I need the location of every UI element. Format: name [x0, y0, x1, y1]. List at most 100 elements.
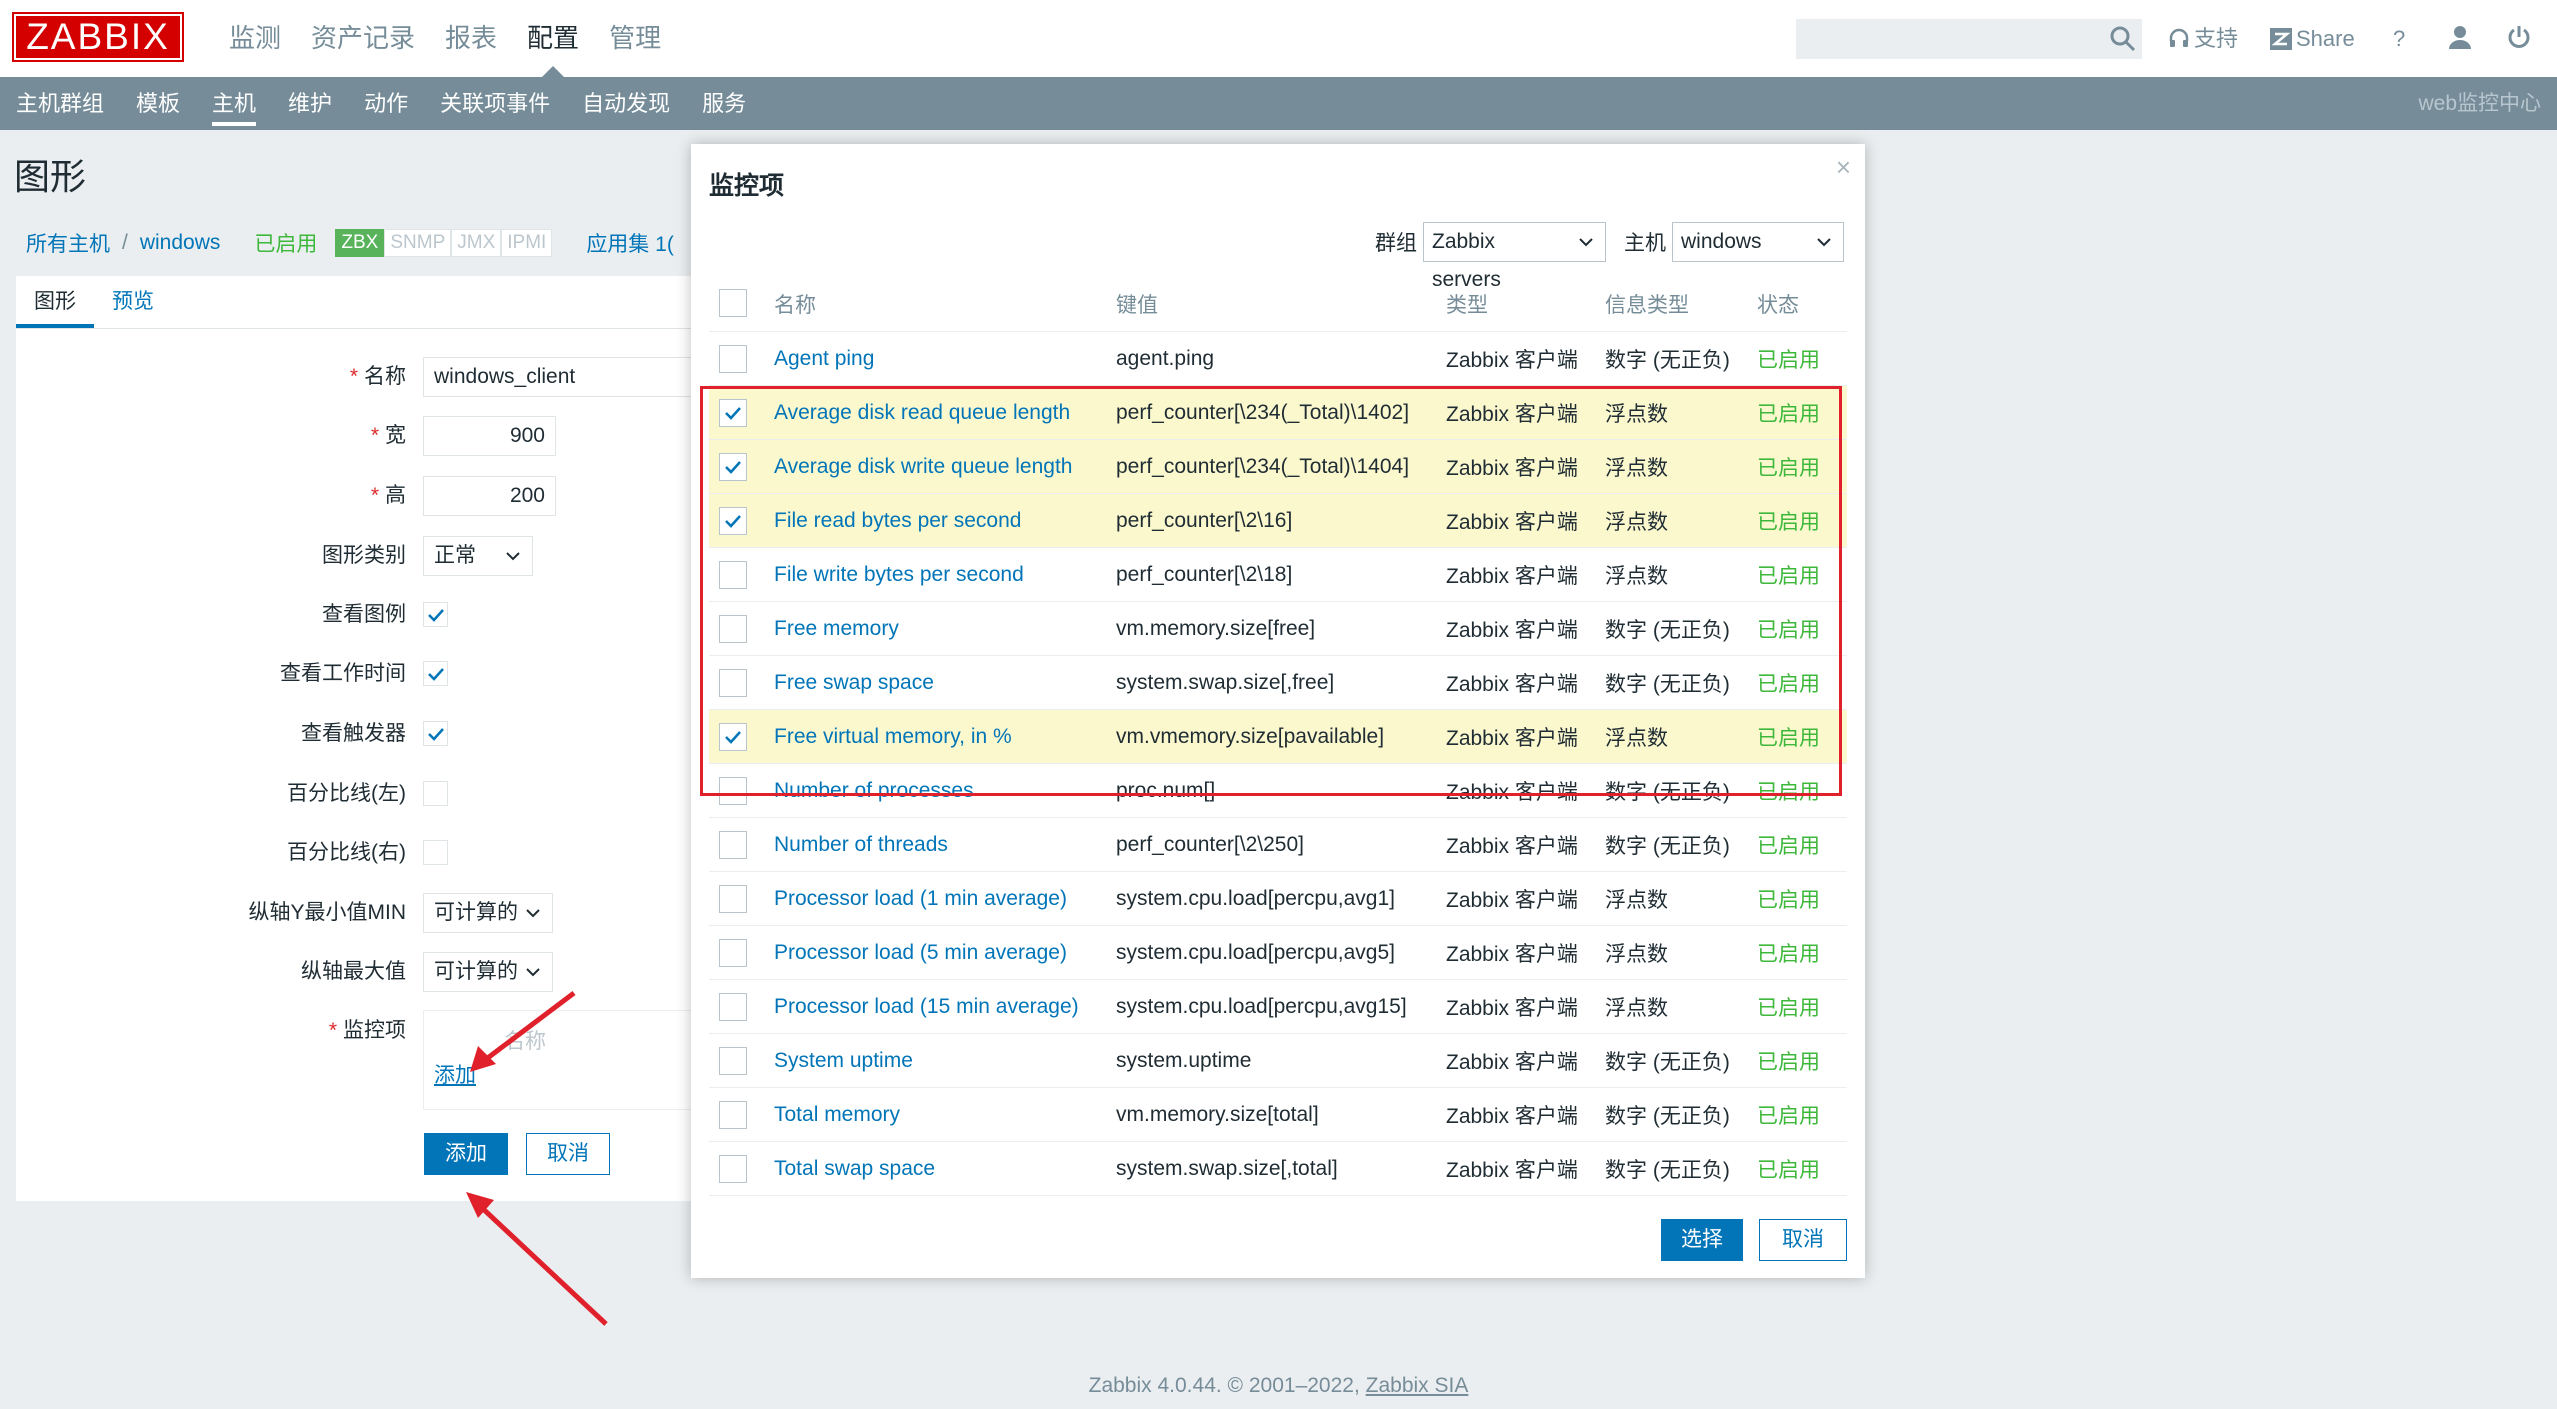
tab-graph[interactable]: 图形 [16, 276, 94, 328]
help-icon[interactable]: ? [2393, 24, 2405, 54]
table-row[interactable]: Average disk read queue length perf_count… [709, 386, 1847, 440]
show-worktime-checkbox[interactable] [423, 661, 448, 686]
height-field[interactable]: 200 [423, 476, 556, 516]
row-checkbox[interactable] [719, 777, 747, 805]
name-field[interactable]: windows_client [423, 357, 713, 397]
table-row[interactable]: Processor load (15 min average) system.cp… [709, 980, 1847, 1034]
menu-administration[interactable]: 管理 [594, 0, 676, 77]
item-name-link[interactable]: Total swap space [774, 1157, 1116, 1181]
item-name-link[interactable]: Average disk read queue length [774, 401, 1116, 425]
table-row[interactable]: Average disk write queue length perf_coun… [709, 440, 1847, 494]
row-checkbox[interactable] [719, 453, 747, 481]
table-row[interactable]: File write bytes per second perf_counter[… [709, 548, 1847, 602]
footer-vendor-link[interactable]: Zabbix SIA [1366, 1374, 1469, 1397]
item-info-type: 数字 (无正负) [1605, 780, 1730, 804]
width-field[interactable]: 900 [423, 416, 556, 456]
row-checkbox[interactable] [719, 669, 747, 697]
item-name-link[interactable]: System uptime [774, 1049, 1116, 1073]
table-row[interactable]: Processor load (1 min average) system.cpu… [709, 872, 1847, 926]
table-row[interactable]: Free memory vm.memory.size[free] Zabbix 客户… [709, 602, 1847, 656]
global-search-input[interactable] [1796, 19, 2142, 59]
close-icon[interactable]: × [1836, 152, 1851, 183]
show-triggers-checkbox[interactable] [423, 721, 448, 746]
subnav-discovery[interactable]: 自动发现 [566, 77, 686, 130]
subnav-templates[interactable]: 模板 [120, 77, 196, 130]
select-button[interactable]: 选择 [1661, 1219, 1743, 1261]
ymax-select[interactable]: 可计算的 [423, 952, 553, 992]
subnav-services[interactable]: 服务 [686, 77, 762, 130]
share-link[interactable]: Share [2270, 24, 2355, 54]
row-checkbox[interactable] [719, 561, 747, 589]
host-status[interactable]: 已启用 [254, 228, 317, 258]
show-legend-checkbox[interactable] [423, 602, 448, 627]
item-name-link[interactable]: Number of threads [774, 833, 1116, 857]
table-row[interactable]: Number of threads perf_counter[\2\250] Zab… [709, 818, 1847, 872]
row-checkbox[interactable] [719, 1155, 747, 1183]
subnav-hosts[interactable]: 主机 [196, 77, 272, 130]
item-name-link[interactable]: Processor load (15 min average) [774, 995, 1116, 1019]
table-row[interactable]: Free virtual memory, in % vm.vmemory.size… [709, 710, 1847, 764]
breadcrumb-applications[interactable]: 应用集 1( [586, 228, 674, 258]
breadcrumb-all-hosts[interactable]: 所有主机 [26, 228, 110, 258]
item-name-link[interactable]: Free swap space [774, 671, 1116, 695]
item-name-link[interactable]: Processor load (1 min average) [774, 887, 1116, 911]
item-name-link[interactable]: File write bytes per second [774, 563, 1116, 587]
graph-type-select[interactable]: 正常 [423, 536, 533, 576]
percent-right-checkbox[interactable] [423, 840, 448, 865]
row-checkbox[interactable] [719, 723, 747, 751]
table-row[interactable]: Processor load (5 min average) system.cpu… [709, 926, 1847, 980]
menu-monitoring[interactable]: 监测 [214, 0, 296, 77]
chevron-down-icon [1579, 238, 1593, 247]
row-checkbox[interactable] [719, 1047, 747, 1075]
tab-preview[interactable]: 预览 [94, 276, 172, 328]
percent-left-checkbox[interactable] [423, 781, 448, 806]
support-link[interactable]: 支持 [2168, 24, 2238, 54]
breadcrumb-host[interactable]: windows [140, 231, 221, 255]
row-checkbox[interactable] [719, 507, 747, 535]
item-name-link[interactable]: File read bytes per second [774, 509, 1116, 533]
row-checkbox[interactable] [719, 993, 747, 1021]
row-checkbox[interactable] [719, 615, 747, 643]
item-info-type: 浮点数 [1605, 510, 1668, 534]
item-name-link[interactable]: Average disk write queue length [774, 455, 1116, 479]
item-name-link[interactable]: Free virtual memory, in % [774, 725, 1116, 749]
item-name-link[interactable]: Processor load (5 min average) [774, 941, 1116, 965]
dialog-cancel-button[interactable]: 取消 [1759, 1219, 1847, 1261]
table-row[interactable]: Number of processes proc.num[] Zabbix 客户端 数… [709, 764, 1847, 818]
subnav-host-groups[interactable]: 主机群组 [0, 77, 120, 130]
item-type: Zabbix 客户端 [1446, 996, 1578, 1020]
cancel-button[interactable]: 取消 [526, 1133, 610, 1175]
logout-icon[interactable] [2506, 24, 2532, 50]
row-checkbox[interactable] [719, 345, 747, 373]
select-all-checkbox[interactable] [719, 289, 747, 317]
row-checkbox[interactable] [719, 885, 747, 913]
add-item-link[interactable]: 添加 [434, 1059, 476, 1089]
group-select[interactable]: Zabbix servers [1423, 222, 1606, 291]
menu-reports[interactable]: 报表 [430, 0, 512, 77]
row-checkbox[interactable] [719, 1101, 747, 1129]
menu-configuration[interactable]: 配置 [512, 0, 594, 78]
menu-inventory[interactable]: 资产记录 [296, 0, 430, 77]
table-row[interactable]: File read bytes per second perf_counter[\… [709, 494, 1847, 548]
item-name-link[interactable]: Total memory [774, 1103, 1116, 1127]
table-row[interactable]: Free swap space system.swap.size[,free] Za… [709, 656, 1847, 710]
row-checkbox[interactable] [719, 831, 747, 859]
subnav-actions[interactable]: 动作 [348, 77, 424, 130]
zabbix-logo[interactable]: ZABBIX [12, 12, 184, 62]
item-name-link[interactable]: Free memory [774, 617, 1116, 641]
table-row[interactable]: Total memory vm.memory.size[total] Zabbix … [709, 1088, 1847, 1142]
subnav-maintenance[interactable]: 维护 [272, 77, 348, 130]
table-row[interactable]: System uptime system.uptime Zabbix 客户端 数字 (… [709, 1034, 1847, 1088]
add-button[interactable]: 添加 [424, 1133, 508, 1175]
host-select[interactable]: windows [1672, 222, 1844, 262]
row-checkbox[interactable] [719, 399, 747, 427]
user-profile-icon[interactable] [2447, 24, 2473, 50]
ymin-select[interactable]: 可计算的 [423, 893, 553, 933]
search-icon[interactable] [2108, 24, 2138, 54]
subnav-correlation[interactable]: 关联项事件 [424, 77, 566, 130]
table-row[interactable]: Agent ping agent.ping Zabbix 客户端 数字 (无正负) 已启… [709, 332, 1847, 386]
item-name-link[interactable]: Agent ping [774, 347, 1116, 371]
row-checkbox[interactable] [719, 939, 747, 967]
table-row[interactable]: Total swap space system.swap.size[,total]… [709, 1142, 1847, 1196]
item-name-link[interactable]: Number of processes [774, 779, 1116, 803]
